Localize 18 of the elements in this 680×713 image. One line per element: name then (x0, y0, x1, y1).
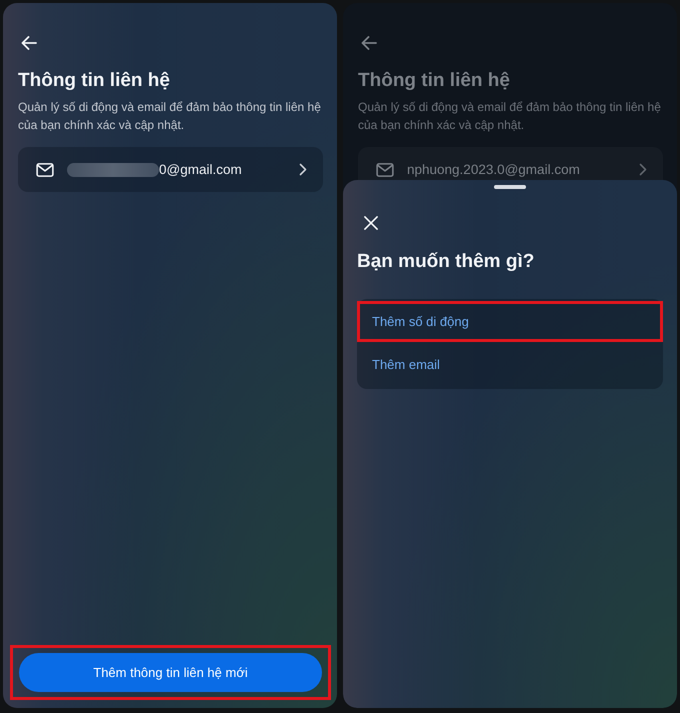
email-address: 0@gmail.com (159, 162, 242, 177)
chevron-right-icon (299, 163, 307, 176)
envelope-icon (36, 162, 54, 176)
close-icon[interactable] (364, 216, 378, 230)
email-row[interactable]: 0@gmail.com (18, 147, 323, 192)
option-item[interactable]: Thêm email (357, 344, 663, 385)
email-address: nphuong.2023.0@gmail.com (407, 162, 580, 177)
option-item[interactable]: Thêm số di động (357, 301, 663, 342)
envelope-icon (376, 162, 394, 176)
back-arrow-icon[interactable] (361, 36, 377, 50)
page-description: Quản lý số di động và email để đảm bảo thông tin liên hệ của bạn chính xác và cập nhật. (18, 99, 322, 134)
page-title: Thông tin liên hệ (358, 69, 511, 93)
add-contact-button[interactable]: Thêm thông tin liên hệ mới (19, 653, 322, 692)
drag-handle[interactable] (494, 185, 526, 189)
page-title: Thông tin liên hệ (18, 69, 171, 93)
sheet-title: Bạn muốn thêm gì? (357, 250, 536, 274)
page-description: Quản lý số di động và email để đảm bảo thông tin liên hệ của bạn chính xác và cập nhật. (358, 99, 662, 134)
chevron-right-icon (639, 163, 647, 176)
